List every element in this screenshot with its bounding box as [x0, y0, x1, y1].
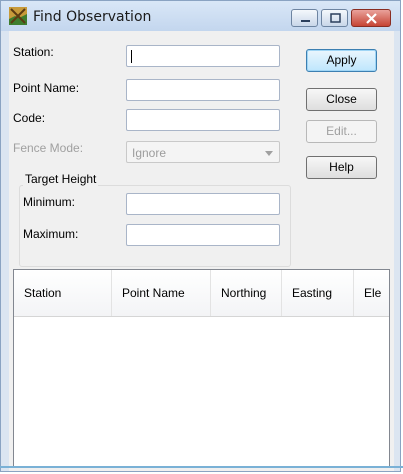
help-button[interactable]: Help: [306, 156, 377, 179]
results-list-header: Station Point Name Northing Easting Ele: [14, 270, 389, 317]
column-header-elevation[interactable]: Ele: [354, 270, 389, 316]
minimum-label: Minimum:: [23, 195, 76, 209]
maximize-icon: [330, 13, 341, 23]
station-label: Station:: [13, 45, 54, 59]
dropdown-arrow-icon: [265, 151, 273, 156]
close-window-button[interactable]: [351, 9, 391, 27]
minimize-icon: [301, 20, 310, 22]
station-input[interactable]: [126, 45, 280, 67]
window-title: Find Observation: [33, 9, 152, 25]
dialog-client-area: Station: Point Name: Code: Fence Mode: I…: [9, 31, 394, 471]
code-input[interactable]: [126, 109, 280, 131]
minimum-input[interactable]: [126, 193, 280, 215]
column-header-easting[interactable]: Easting: [282, 270, 354, 316]
edit-button[interactable]: Edit...: [306, 120, 377, 143]
survey-app-icon: [9, 7, 27, 25]
close-icon: [366, 13, 377, 24]
results-list[interactable]: Station Point Name Northing Easting Ele: [13, 269, 390, 467]
text-caret: [131, 50, 132, 63]
column-header-northing[interactable]: Northing: [211, 270, 282, 316]
fence-mode-select[interactable]: Ignore: [126, 141, 280, 163]
minimize-button[interactable]: [291, 9, 318, 27]
fence-mode-value: Ignore: [132, 146, 167, 160]
column-header-station[interactable]: Station: [14, 270, 112, 316]
window-bottom-edge: [0, 466, 403, 468]
column-header-point-name[interactable]: Point Name: [112, 270, 211, 316]
maximum-label: Maximum:: [23, 227, 79, 241]
fence-mode-label: Fence Mode:: [13, 141, 84, 155]
code-label: Code:: [13, 111, 46, 125]
title-bar[interactable]: Find Observation: [1, 1, 400, 31]
point-name-label: Point Name:: [13, 81, 80, 95]
close-button[interactable]: Close: [306, 88, 377, 111]
apply-button[interactable]: Apply: [306, 49, 377, 72]
maximum-input[interactable]: [126, 224, 280, 246]
target-height-title: Target Height: [23, 172, 99, 186]
find-observation-window: Find Observation Station: Point Name: Co…: [0, 0, 401, 472]
point-name-input[interactable]: [126, 79, 280, 101]
maximize-button[interactable]: [321, 9, 348, 27]
